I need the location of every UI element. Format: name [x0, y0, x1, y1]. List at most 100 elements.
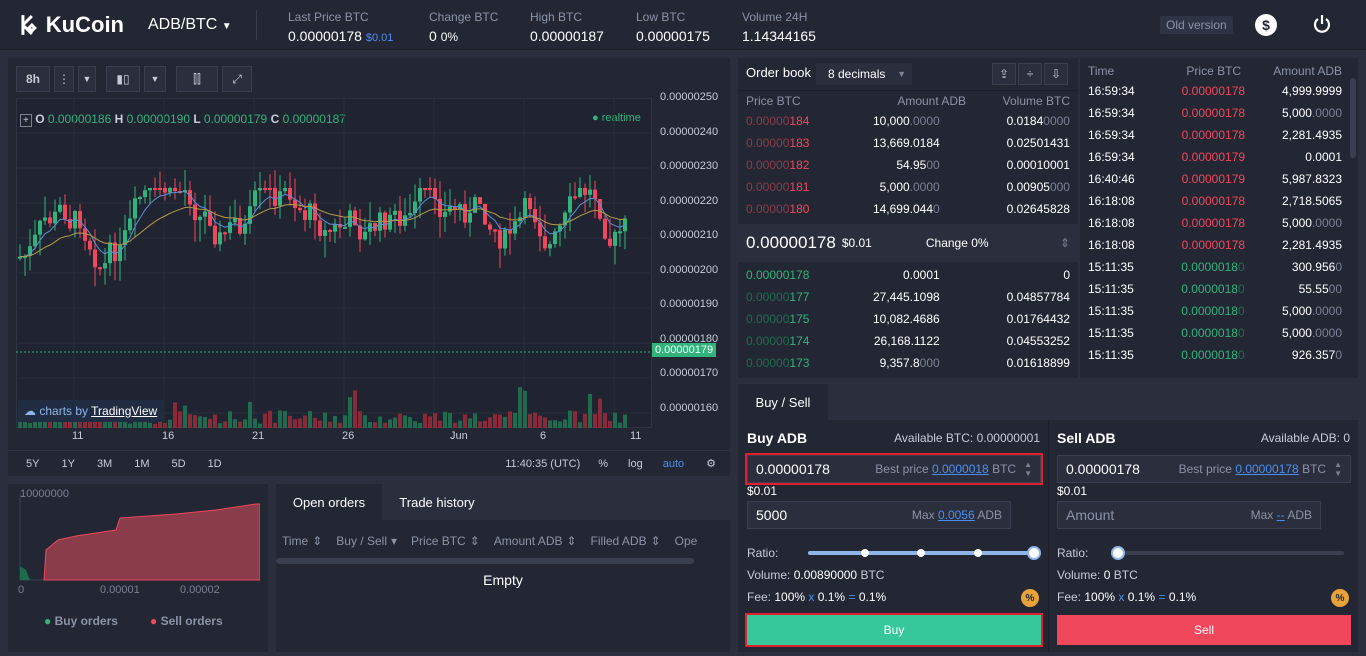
candle-body [593, 189, 597, 200]
price-tick: 0.00000190 [660, 298, 719, 310]
ratio-step[interactable] [917, 549, 925, 557]
candle-body [603, 218, 607, 239]
ask-row[interactable]: 0.00000184 10,000.0000 0.01840000 [738, 110, 1078, 132]
submit-button[interactable]: Buy [745, 613, 1043, 647]
range-button[interactable]: 1D [208, 458, 222, 470]
vertical-scrollbar[interactable] [1350, 78, 1356, 158]
tradingview-credit[interactable]: ☁ charts by TradingView [18, 400, 164, 422]
volume-bar [478, 421, 482, 428]
max-hint: Max 0.0056 ADB [912, 508, 1002, 522]
stepper-icon[interactable]: ▲ ▼ [1334, 460, 1342, 478]
indicators-icon[interactable]: ⫿⫿ [176, 66, 218, 92]
bid-row[interactable]: 0.00000178 0.0001 0 [738, 264, 1078, 286]
volume-bar [303, 415, 307, 428]
trade-time: 15:11:35 [1088, 304, 1134, 318]
fullscreen-icon[interactable]: ⤢ [222, 66, 252, 92]
candle-style-icon[interactable]: ▮▯ [106, 66, 140, 92]
bid-row[interactable]: 0.00000174 26,168.1122 0.04553252 [738, 330, 1078, 352]
max-link[interactable]: 0.0056 [938, 508, 975, 522]
form-title: Sell ADB [1057, 430, 1116, 446]
price-suffix: 180 [789, 202, 810, 216]
orders-column-header[interactable]: Ope [675, 534, 698, 548]
range-button[interactable]: 5Y [26, 458, 39, 470]
tab-open-orders[interactable]: Open orders [276, 484, 382, 520]
chevron-down-icon[interactable]: ▼ [78, 66, 96, 92]
orders-column-header[interactable]: Buy / Sell ▾ [336, 534, 397, 548]
candle-body [158, 188, 162, 190]
ratio-slider[interactable] [1111, 546, 1344, 560]
ratio-handle[interactable] [1111, 546, 1125, 560]
percent-toggle[interactable]: % [598, 458, 608, 470]
ask-row[interactable]: 0.00000181 5,000.0000 0.00905000 [738, 176, 1078, 198]
decimals-select[interactable]: 8 decimals ▼ [816, 63, 912, 85]
settings-gear-icon[interactable]: ⚙ [706, 457, 716, 470]
orders-column-header[interactable]: Time ⇕ [282, 534, 322, 548]
candle-body [323, 230, 327, 236]
max-label: Max [1250, 508, 1274, 522]
tab-trade-history[interactable]: Trade history [382, 484, 492, 520]
ask-row[interactable]: 0.00000182 54.9500 0.00010001 [738, 154, 1078, 176]
bid-row[interactable]: 0.00000173 9,357.8000 0.01618899 [738, 352, 1078, 374]
ratio-slider[interactable] [808, 546, 1041, 560]
show-bids-icon[interactable]: ⇩ [1044, 63, 1068, 85]
range-button[interactable]: 5D [172, 458, 186, 470]
power-icon[interactable] [1311, 13, 1333, 38]
date-axis[interactable]: 11 16 21 26 Jun 6 11 [16, 430, 652, 446]
range-button[interactable]: 1Y [61, 458, 74, 470]
dollar-icon[interactable]: $ [1255, 14, 1277, 36]
pair-selector[interactable]: ADB/BTC ▼ [148, 16, 232, 34]
price-input[interactable]: 0.00000178 Best price 0.00000178 BTC ▲ ▼ [1057, 455, 1351, 483]
auto-toggle[interactable]: auto [663, 458, 684, 470]
ratio-step[interactable] [973, 549, 982, 557]
bid-row[interactable]: 0.00000177 27,445.1098 0.04857784 [738, 286, 1078, 308]
submit-button[interactable]: Sell [1057, 615, 1351, 645]
amount-input[interactable]: Amount Max -- ADB [1057, 501, 1321, 529]
interval-button[interactable]: 8h [16, 66, 50, 92]
horizontal-scrollbar[interactable] [276, 558, 694, 564]
candle-body [418, 188, 422, 202]
ratio-handle[interactable] [1027, 546, 1041, 560]
show-both-icon[interactable]: ÷ [1018, 63, 1042, 85]
show-asks-icon[interactable]: ⇪ [992, 63, 1016, 85]
more-icon[interactable]: ⋮ [54, 66, 74, 92]
discount-icon[interactable]: % [1021, 589, 1039, 607]
volume-value: 0.00010001 [1006, 158, 1070, 172]
kucoin-logo[interactable]: KuCoin [14, 10, 124, 40]
stepper-icon[interactable]: ▲ ▼ [1024, 460, 1032, 478]
max-link[interactable]: -- [1277, 508, 1285, 522]
sort-icon[interactable]: ⇕ [651, 534, 661, 548]
filter-icon[interactable]: ▾ [391, 534, 397, 548]
caret-down-icon: ▼ [897, 69, 906, 79]
tab-buy-sell[interactable]: Buy / Sell [738, 384, 828, 420]
orders-column-header[interactable]: Filled ADB ⇕ [591, 534, 661, 548]
orders-column-header[interactable]: Amount ADB ⇕ [494, 534, 577, 548]
sort-icon[interactable]: ⇕ [312, 534, 322, 548]
price-prefix: 0.00000 [746, 290, 790, 304]
orders-column-header[interactable]: Price BTC ⇕ [411, 534, 480, 548]
stat-low: Low BTC 0.00000175 [636, 10, 710, 44]
best-price-link[interactable]: 0.0000018 [932, 462, 989, 476]
date-tick: 21 [252, 430, 265, 442]
sort-icon[interactable]: ⇕ [470, 534, 480, 548]
volume-bar [578, 422, 582, 428]
amount-input[interactable]: 5000 Max 0.0056 ADB [747, 501, 1011, 529]
volume-bar [28, 422, 32, 428]
price-axis[interactable]: 0.00000250 0.00000240 0.00000230 0.00000220… [652, 91, 722, 428]
best-price-link[interactable]: 0.00000178 [1235, 462, 1298, 476]
ask-row[interactable]: 0.00000183 13,669.0184 0.02501431 [738, 132, 1078, 154]
sort-icon[interactable]: ⇕ [566, 534, 576, 548]
volume-bar [363, 415, 367, 428]
ask-row[interactable]: 0.00000180 14,699.0440 0.02645828 [738, 198, 1078, 220]
sort-icon[interactable]: ⇕ [1060, 236, 1070, 250]
discount-icon[interactable]: % [1331, 589, 1349, 607]
price-input[interactable]: 0.00000178 Best price 0.0000018 BTC ▲ ▼ [745, 453, 1043, 485]
bid-row[interactable]: 0.00000175 10,082.4686 0.01764432 [738, 308, 1078, 330]
log-toggle[interactable]: log [628, 458, 643, 470]
credit-link[interactable]: TradingView [91, 404, 157, 418]
ratio-step[interactable] [860, 549, 869, 557]
fee-line: Fee: 100% x 0.1% = 0.1% [1057, 590, 1196, 604]
range-button[interactable]: 3M [97, 458, 112, 470]
old-version-button[interactable]: Old version [1160, 16, 1233, 34]
chevron-down-icon[interactable]: ▼ [144, 66, 166, 92]
range-button[interactable]: 1M [134, 458, 149, 470]
